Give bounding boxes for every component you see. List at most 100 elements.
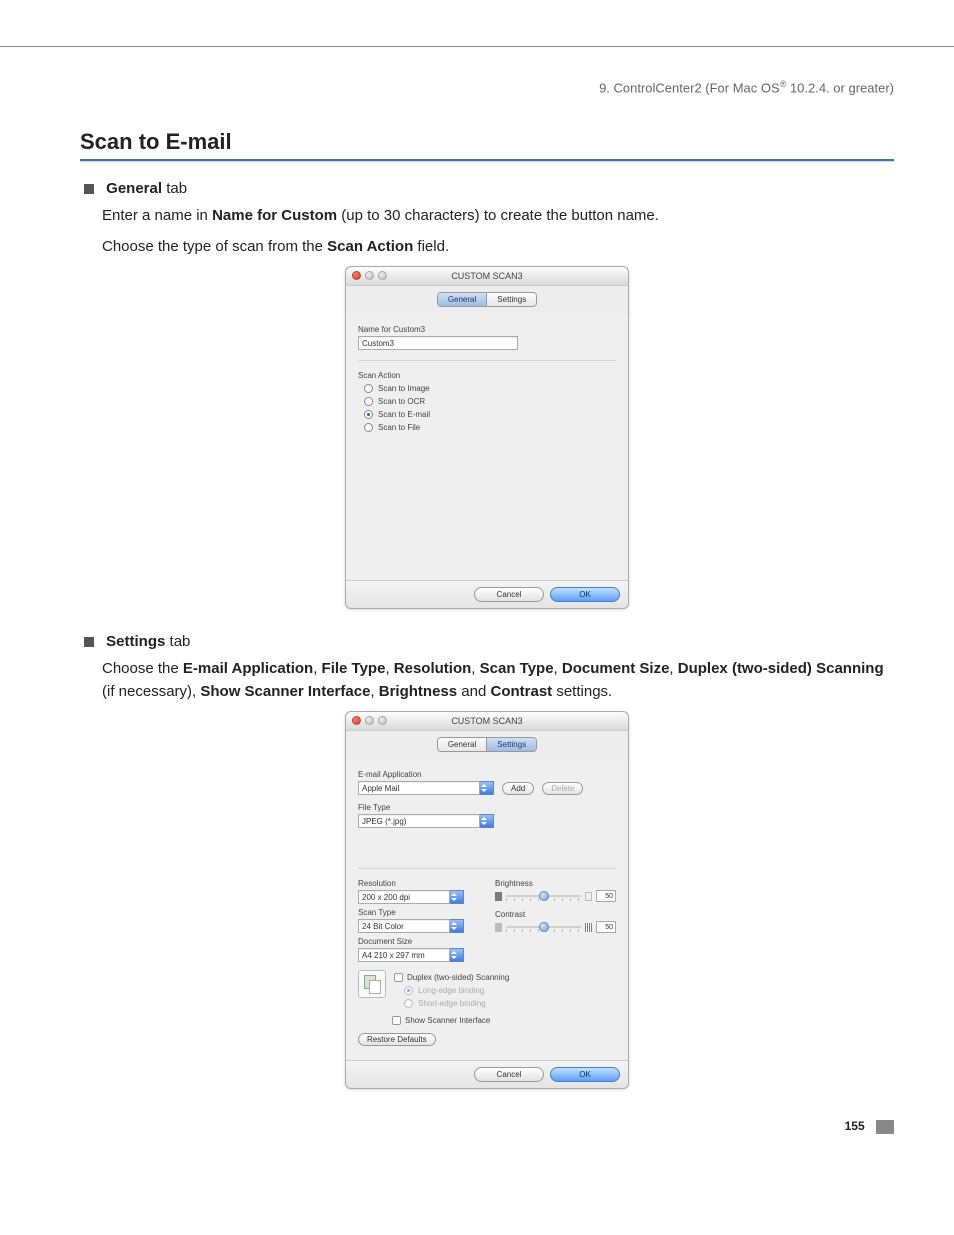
radio-icon [364, 384, 373, 393]
tb: Brightness [379, 683, 457, 700]
contrast-value[interactable]: 50 [596, 921, 616, 933]
settings-rest: tab [165, 633, 190, 650]
general-line2: Choose the type of scan from the Scan Ac… [102, 236, 894, 259]
email-app-value: Apple Mail [358, 781, 480, 795]
bullet-settings: Settings tab [80, 633, 894, 650]
radio-scan-to-image[interactable]: Scan to Image [364, 384, 616, 393]
t: (if necessary), [102, 683, 200, 700]
tab-general[interactable]: General [438, 293, 486, 306]
page-number: 155 [845, 1119, 865, 1133]
minimize-icon[interactable] [365, 271, 374, 280]
scan-type-select[interactable]: 24 Bit Color [358, 919, 479, 933]
brightness-label: Brightness [495, 879, 616, 888]
radio-short-edge: Short-edge binding [404, 999, 509, 1008]
t: , [669, 660, 677, 677]
traffic-lights [352, 271, 387, 280]
add-button[interactable]: Add [502, 782, 534, 795]
txt-bold: Name for Custom [212, 207, 337, 224]
light-icon [585, 892, 592, 901]
cancel-button[interactable]: Cancel [474, 1067, 544, 1082]
t: , [370, 683, 378, 700]
email-app-select[interactable]: Apple Mail [358, 781, 494, 795]
doc-size-label: Document Size [358, 937, 479, 946]
dropdown-icon [480, 781, 494, 795]
t: Choose the [102, 660, 183, 677]
scan-type-label: Scan Type [358, 908, 479, 917]
restore-defaults-button[interactable]: Restore Defaults [358, 1033, 436, 1046]
email-app-label: E-mail Application [358, 770, 616, 779]
contrast-slider[interactable]: 50 [495, 921, 616, 933]
general-line1: Enter a name in Name for Custom (up to 3… [102, 205, 894, 228]
square-bullet-icon [84, 637, 94, 647]
resolution-select[interactable]: 200 x 200 dpi [358, 890, 479, 904]
dropdown-icon [450, 948, 464, 962]
txt: (up to 30 characters) to create the butt… [337, 207, 659, 224]
duplex-label: Duplex (two-sided) Scanning [407, 973, 509, 982]
square-bullet-icon [84, 184, 94, 194]
radio-scan-to-ocr[interactable]: Scan to OCR [364, 397, 616, 406]
close-icon[interactable] [352, 716, 361, 725]
minimize-icon[interactable] [365, 716, 374, 725]
window-title: CUSTOM SCAN3 [451, 716, 522, 726]
divider [358, 360, 616, 361]
duplex-checkbox[interactable]: Duplex (two-sided) Scanning [394, 973, 509, 982]
page-content: 9. ControlCenter2 (For Mac OS® 10.2.4. o… [0, 47, 954, 1174]
tb: Contrast [491, 683, 553, 700]
close-icon[interactable] [352, 271, 361, 280]
brightness-value[interactable]: 50 [596, 890, 616, 902]
delete-button[interactable]: Delete [542, 782, 583, 795]
tb: Document Size [562, 660, 670, 677]
resolution-label: Resolution [358, 879, 479, 888]
traffic-lights [352, 716, 387, 725]
bullet-general: General tab [80, 180, 894, 197]
radio-scan-to-email[interactable]: Scan to E-mail [364, 410, 616, 419]
tab-settings[interactable]: Settings [486, 738, 536, 751]
section-title: Scan to E-mail [80, 129, 894, 155]
dialog-custom-scan-general: CUSTOM SCAN3 General Settings Name for C… [345, 266, 629, 609]
txt-bold: Scan Action [327, 238, 413, 255]
settings-bold: Settings [106, 633, 165, 650]
zoom-icon[interactable] [378, 716, 387, 725]
zoom-icon[interactable] [378, 271, 387, 280]
name-for-custom-label: Name for Custom3 [358, 325, 616, 334]
txt: field. [413, 238, 449, 255]
title-underline [80, 159, 894, 162]
chapter-header: 9. ControlCenter2 (For Mac OS® 10.2.4. o… [80, 79, 894, 95]
page-number-row: 155 [80, 1119, 894, 1134]
file-type-label: File Type [358, 803, 616, 812]
dropdown-icon [450, 919, 464, 933]
ok-button[interactable]: OK [550, 1067, 620, 1082]
tab-settings[interactable]: Settings [486, 293, 536, 306]
checkbox-icon [392, 1016, 401, 1025]
cancel-button[interactable]: Cancel [474, 587, 544, 602]
tb: Resolution [394, 660, 472, 677]
tb: E-mail Application [183, 660, 313, 677]
radio-icon [404, 999, 413, 1008]
t: , [554, 660, 562, 677]
general-bold: General [106, 180, 162, 197]
show-scanner-checkbox[interactable]: Show Scanner Interface [392, 1016, 616, 1025]
name-for-custom-input[interactable]: Custom3 [358, 336, 518, 350]
radio-icon [364, 423, 373, 432]
resolution-value: 200 x 200 dpi [358, 890, 450, 904]
long-edge-label: Long-edge binding [418, 986, 484, 995]
file-type-select[interactable]: JPEG (*.jpg) [358, 814, 616, 828]
radio-scan-to-file[interactable]: Scan to File [364, 423, 616, 432]
tab-general[interactable]: General [438, 738, 486, 751]
scan-type-value: 24 Bit Color [358, 919, 450, 933]
tb: Show Scanner Interface [200, 683, 370, 700]
radio-label: Scan to OCR [378, 397, 425, 406]
brightness-slider[interactable]: 50 [495, 890, 616, 902]
txt: Choose the type of scan from the [102, 238, 327, 255]
chapter-text-a: 9. ControlCenter2 (For Mac OS [599, 80, 780, 95]
doc-size-select[interactable]: A4 210 x 297 mm [358, 948, 479, 962]
radio-icon [364, 410, 373, 419]
ok-button[interactable]: OK [550, 587, 620, 602]
txt: Enter a name in [102, 207, 212, 224]
scan-action-label: Scan Action [358, 371, 616, 380]
radio-icon [364, 397, 373, 406]
chapter-text-b: 10.2.4. or greater) [786, 80, 894, 95]
top-border [0, 0, 954, 47]
tab-segment: General Settings [437, 737, 537, 752]
radio-label: Scan to Image [378, 384, 430, 393]
